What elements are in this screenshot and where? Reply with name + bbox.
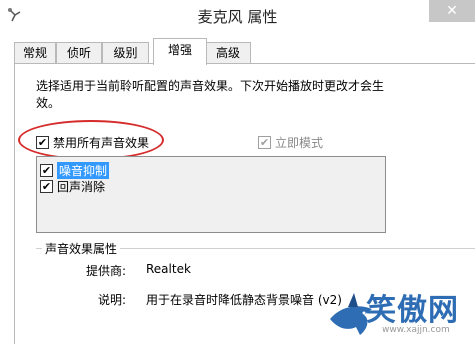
tab-advanced[interactable]: 高级 <box>205 42 251 64</box>
watermark: 笑傲网 www.xajjn.com <box>326 283 475 344</box>
provider-value: Realtek <box>146 262 191 276</box>
checkbox-check-icon: ✔ <box>40 180 53 193</box>
immediate-mode-checkbox[interactable]: ✔ 立即模式 <box>258 134 323 151</box>
close-button[interactable]: ✕ <box>429 0 475 22</box>
close-icon: ✕ <box>446 3 458 19</box>
tab-strip: 常规 侦听 级别 增强 高级 <box>0 34 475 65</box>
effect-label: 噪音抑制 <box>57 162 110 179</box>
tab-general[interactable]: 常规 <box>14 42 56 64</box>
watermark-url: www.xajjn.com <box>382 325 450 335</box>
tab-enhancements[interactable]: 增强 <box>153 38 207 65</box>
description-value: 用于在录音时降低静态背景噪音 (v2) <box>146 293 342 307</box>
disable-all-checkbox[interactable]: ✔ 禁用所有声音效果 <box>36 134 149 151</box>
title-bar: 麦克风 属性 ✕ <box>0 0 475 34</box>
disable-all-label: 禁用所有声音效果 <box>53 136 150 150</box>
checkbox-check-icon: ✔ <box>40 164 53 177</box>
group-title: 声音效果属性 <box>42 240 121 257</box>
watermark-text: 笑傲网 <box>366 293 459 328</box>
checkbox-check-icon: ✔ <box>258 136 271 149</box>
tab-listen[interactable]: 侦听 <box>56 42 102 64</box>
immediate-mode-label: 立即模式 <box>275 136 324 150</box>
provider-label: 提供商: <box>85 264 126 278</box>
checkbox-check-icon: ✔ <box>36 136 49 149</box>
window-title: 麦克风 属性 <box>197 8 278 26</box>
list-item[interactable]: ✔ 回声消除 <box>40 178 105 195</box>
list-item[interactable]: ✔ 噪音抑制 <box>40 162 110 179</box>
description-label: 说明: <box>97 293 126 307</box>
effect-label: 回声消除 <box>57 180 106 194</box>
tab-levels[interactable]: 级别 <box>102 42 149 64</box>
description-text: 选择适用于当前聆听配置的声音效果。下次开始播放时更改才会生效。 <box>36 79 385 110</box>
